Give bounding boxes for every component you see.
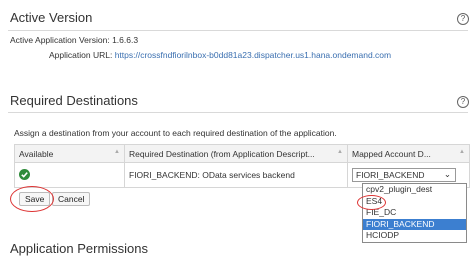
mapped-account-select[interactable]: FIORI_BACKEND ⌄ bbox=[352, 168, 456, 182]
dropdown-option[interactable]: cpv2_plugin_dest bbox=[363, 184, 466, 196]
column-header-mapped-account[interactable]: Mapped Account D... ▲ bbox=[347, 144, 470, 163]
chevron-down-icon: ⌄ bbox=[443, 169, 451, 179]
version-label: Active Application Version: bbox=[10, 35, 110, 45]
annotation-circle bbox=[10, 186, 54, 212]
check-circle-icon bbox=[19, 168, 30, 180]
divider bbox=[8, 112, 468, 113]
dropdown-option[interactable]: HCIODP bbox=[363, 230, 466, 242]
application-permissions-title: Application Permissions bbox=[10, 241, 149, 256]
version-value: 1.6.6.3 bbox=[112, 35, 139, 45]
destinations-table: Available ▲ Required Destination (from Ap… bbox=[14, 144, 470, 188]
instruction-text: Assign a destination from your account t… bbox=[14, 128, 337, 138]
help-icon[interactable]: ? bbox=[457, 13, 469, 25]
cancel-button[interactable]: Cancel bbox=[52, 192, 91, 206]
divider bbox=[8, 30, 468, 31]
required-destination-cell: FIORI_BACKEND: OData services backend bbox=[124, 162, 348, 188]
sort-icon: ▲ bbox=[459, 148, 465, 155]
column-header-available[interactable]: Available ▲ bbox=[14, 144, 125, 163]
required-destinations-title: Required Destinations bbox=[10, 93, 138, 108]
annotation-circle bbox=[357, 195, 386, 210]
help-icon[interactable]: ? bbox=[457, 96, 469, 108]
column-header-required-destination[interactable]: Required Destination (from Application D… bbox=[124, 144, 348, 163]
sort-icon: ▲ bbox=[114, 148, 120, 155]
sort-icon: ▲ bbox=[337, 148, 343, 155]
active-version-title: Active Version bbox=[10, 10, 93, 25]
mapped-account-dropdown[interactable]: cpv2_plugin_dest ES4 FIE_DC FIORI_BACKEN… bbox=[362, 183, 467, 243]
application-url-link[interactable]: https://crossfndfiorilnbox-b0dd81a23.dis… bbox=[115, 50, 391, 60]
dropdown-option-selected[interactable]: FIORI_BACKEND bbox=[363, 218, 466, 230]
url-label: Application URL: bbox=[49, 50, 113, 60]
available-cell bbox=[14, 162, 125, 188]
url-row: Application URL: https://crossfndfioriln… bbox=[49, 50, 391, 60]
version-row: Active Application Version: 1.6.6.3 bbox=[10, 35, 138, 45]
